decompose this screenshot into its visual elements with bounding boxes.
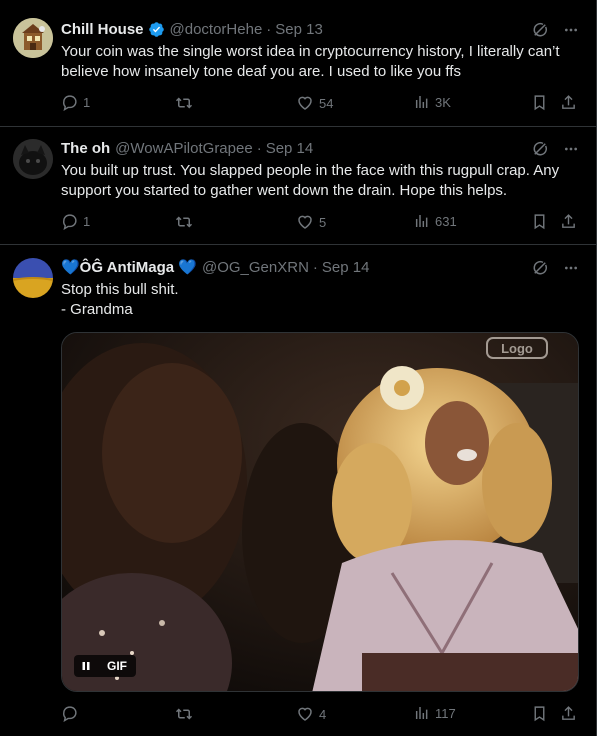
- views-button[interactable]: 631: [414, 213, 457, 229]
- tweet-header: Chill House @doctorHehe · Sep 13: [61, 19, 323, 39]
- share-icon: [562, 706, 575, 720]
- bookmark-button[interactable]: [531, 705, 548, 722]
- tweet-header: 💙ÔĜ AntiMaga 💙 @OG_GenXRN · Sep 14: [61, 257, 369, 277]
- views-icon: [415, 707, 428, 719]
- like-button[interactable]: 4: [296, 705, 326, 723]
- reply-button[interactable]: [61, 705, 83, 722]
- view-count: 631: [435, 213, 457, 229]
- separator: ·: [312, 258, 318, 276]
- views-button[interactable]: 3K: [414, 94, 451, 110]
- pause-icon: [82, 662, 90, 670]
- bookmark-icon: [534, 95, 545, 111]
- tweet-text: You built up trust. You slapped people i…: [61, 162, 560, 199]
- grok-icon[interactable]: [531, 21, 549, 39]
- retweet-button[interactable]: [175, 213, 198, 231]
- views-button[interactable]: 117: [414, 705, 456, 721]
- tweet-actions: 1 54 3K: [61, 94, 581, 114]
- tweet-top-icons: [531, 21, 579, 39]
- tweet-2[interactable]: The oh @WowAPilotGrapee · Sep 14 You bui…: [0, 127, 597, 245]
- verified-badge-icon: [148, 21, 165, 38]
- like-count: 5: [319, 214, 327, 230]
- share-icon: [562, 214, 575, 228]
- more-options-icon[interactable]: [563, 141, 579, 157]
- avatar[interactable]: [13, 258, 53, 298]
- view-count: 3K: [435, 94, 451, 110]
- display-name[interactable]: Chill House: [61, 21, 144, 38]
- grok-icon[interactable]: [531, 259, 549, 277]
- share-button[interactable]: [560, 705, 577, 722]
- share-button[interactable]: [560, 213, 577, 230]
- tweet-text: Stop this bull shit. - Grandma: [61, 280, 586, 320]
- timestamp[interactable]: Sep 14: [322, 259, 370, 276]
- handle[interactable]: @WowAPilotGrapee: [115, 140, 253, 157]
- retweet-icon: [175, 216, 193, 228]
- heart-icon: [298, 707, 312, 721]
- pause-button[interactable]: [74, 655, 98, 677]
- like-count: 54: [319, 95, 334, 111]
- reply-button[interactable]: 1: [61, 213, 90, 230]
- tweet-top-icons: [531, 140, 579, 158]
- more-options-icon[interactable]: [563, 22, 579, 38]
- reply-count: 1: [83, 95, 91, 110]
- gif-frame-image: Logo: [62, 333, 578, 691]
- tweet-text-line: - Grandma: [61, 301, 133, 318]
- reply-icon: [63, 706, 77, 722]
- reply-icon: [63, 95, 77, 111]
- gif-badge: GIF: [98, 655, 136, 677]
- handle[interactable]: @doctorHehe: [170, 21, 263, 38]
- views-icon: [415, 96, 428, 108]
- separator: ·: [266, 20, 272, 38]
- bookmark-button[interactable]: [531, 213, 548, 230]
- gif-controls: GIF: [74, 655, 136, 677]
- reply-count: 1: [83, 214, 91, 229]
- tweet-header: The oh @WowAPilotGrapee · Sep 14: [61, 138, 313, 158]
- bookmark-icon: [534, 214, 545, 230]
- like-button[interactable]: 5: [296, 213, 326, 231]
- heart-icon: [298, 215, 312, 229]
- tweet-top-icons: [531, 259, 579, 277]
- view-count: 117: [435, 705, 456, 721]
- display-name[interactable]: The oh: [61, 140, 110, 157]
- more-options-icon[interactable]: [563, 260, 579, 276]
- share-button[interactable]: [560, 94, 577, 111]
- avatar[interactable]: [13, 18, 53, 58]
- bookmark-button[interactable]: [531, 94, 548, 111]
- retweet-icon: [175, 708, 193, 720]
- tweet-3[interactable]: 💙ÔĜ AntiMaga 💙 @OG_GenXRN · Sep 14 Stop …: [0, 245, 597, 736]
- grok-icon[interactable]: [531, 140, 549, 158]
- gif-watermark: Logo: [501, 341, 533, 356]
- timestamp[interactable]: Sep 14: [266, 140, 314, 157]
- tweet-actions: 4 117: [61, 705, 581, 725]
- heart-icon: [298, 96, 312, 110]
- separator: ·: [256, 139, 262, 157]
- gif-media[interactable]: Logo GIF: [61, 332, 579, 692]
- tweet-actions: 1 5 631: [61, 213, 581, 233]
- share-icon: [562, 95, 575, 109]
- tweet-text: Your coin was the single worst idea in c…: [61, 43, 560, 80]
- retweet-icon: [175, 97, 193, 109]
- views-icon: [415, 215, 428, 227]
- reply-button[interactable]: 1: [61, 94, 90, 111]
- retweet-button[interactable]: [175, 94, 198, 112]
- reply-icon: [63, 214, 77, 230]
- handle[interactable]: @OG_GenXRN: [202, 259, 309, 276]
- display-name[interactable]: 💙ÔĜ AntiMaga 💙: [61, 258, 197, 276]
- timestamp[interactable]: Sep 13: [275, 21, 323, 38]
- like-count: 4: [319, 706, 327, 722]
- tweet-text-line: Stop this bull shit.: [61, 281, 179, 298]
- bookmark-icon: [534, 706, 545, 722]
- tweet-1[interactable]: Chill House @doctorHehe · Sep 13 Your co…: [0, 0, 597, 127]
- retweet-button[interactable]: [175, 705, 198, 723]
- avatar[interactable]: [13, 139, 53, 179]
- like-button[interactable]: 54: [296, 94, 333, 112]
